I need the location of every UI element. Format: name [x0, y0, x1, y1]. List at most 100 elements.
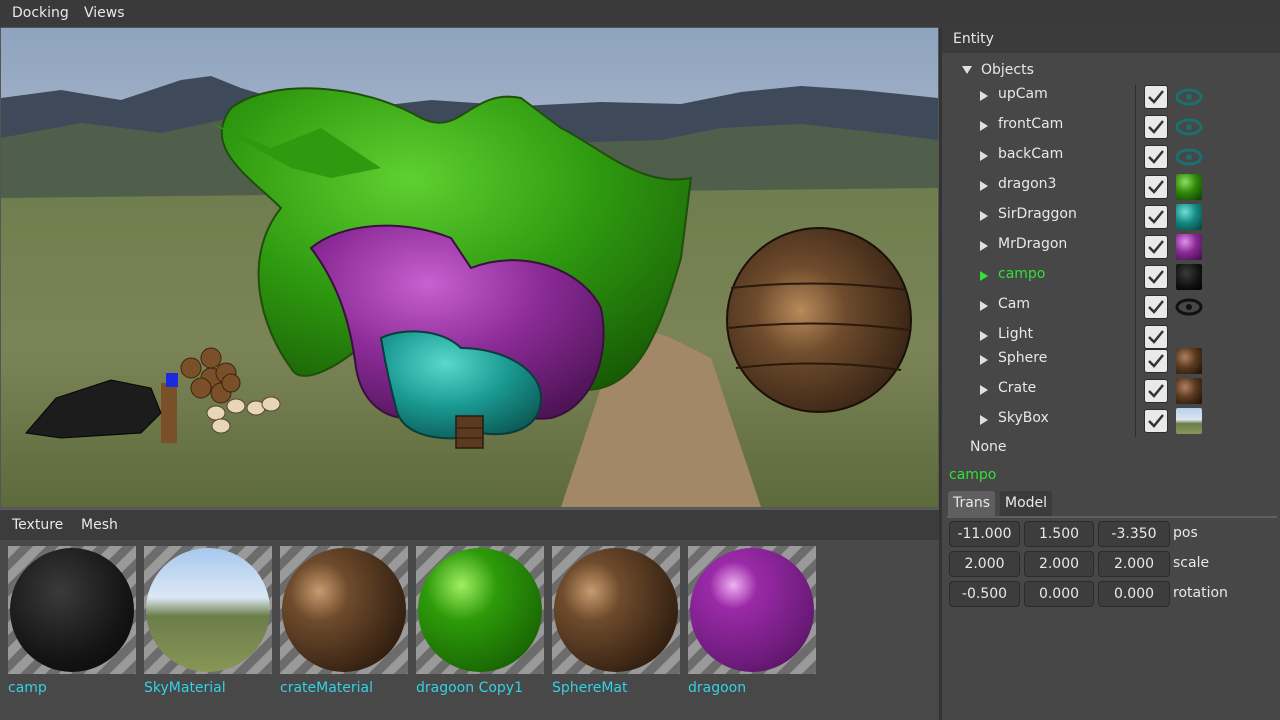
asset-panel: Texture Mesh camp SkyMaterial crateMater… [0, 508, 939, 720]
tree-item-campo[interactable]: campo [942, 263, 1280, 290]
collapsed-arrow-icon[interactable] [980, 355, 988, 365]
collapsed-arrow-icon[interactable] [980, 181, 988, 191]
tree-item-label[interactable]: Sphere [998, 350, 1047, 366]
tree-item-light[interactable]: Light [942, 323, 1280, 349]
material-thumb-camp[interactable] [8, 546, 136, 674]
material-thumb-dragoon-copy[interactable] [416, 546, 544, 674]
collapsed-arrow-icon[interactable] [980, 331, 988, 341]
tree-item-sirdraggon[interactable]: SirDraggon [942, 203, 1280, 230]
visibility-checkbox[interactable] [1144, 205, 1168, 229]
collapsed-arrow-icon[interactable] [980, 151, 988, 161]
tree-item-label[interactable]: Light [998, 326, 1033, 342]
rotation-x-field[interactable]: -0.500 [949, 581, 1020, 607]
tree-item-label[interactable]: SirDraggon [998, 206, 1077, 222]
tab-mesh[interactable]: Mesh [81, 517, 118, 533]
collapsed-arrow-icon[interactable] [980, 91, 988, 101]
visibility-checkbox[interactable] [1144, 145, 1168, 169]
tree-item-none[interactable]: None [970, 439, 1007, 455]
pos-y-field[interactable]: 1.500 [1024, 521, 1094, 547]
expand-arrow-icon[interactable] [962, 66, 972, 74]
material-label[interactable]: SphereMat [552, 680, 627, 696]
tree-item-skybox[interactable]: SkyBox [942, 407, 1280, 434]
tree-item-label[interactable]: dragon3 [998, 176, 1056, 192]
wood-sphere-icon [554, 548, 678, 672]
wood-material-swatch-icon[interactable] [1176, 378, 1202, 404]
tree-item-label[interactable]: backCam [998, 146, 1063, 162]
tree-root-objects[interactable]: Objects [962, 62, 1034, 78]
visibility-checkbox[interactable] [1144, 265, 1168, 289]
visibility-checkbox[interactable] [1144, 85, 1168, 109]
tree-item-label[interactable]: upCam [998, 86, 1048, 102]
black-stone-material-swatch-icon[interactable] [1176, 264, 1202, 290]
tree-root-label: Objects [981, 62, 1034, 78]
tree-item-label[interactable]: MrDragon [998, 236, 1067, 252]
rotation-z-field[interactable]: 0.000 [1098, 581, 1170, 607]
rotation-y-field[interactable]: 0.000 [1024, 581, 1094, 607]
material-label[interactable]: dragoon [688, 680, 746, 696]
scene-viewport[interactable] [0, 27, 939, 508]
eye-icon[interactable] [1175, 297, 1203, 317]
tree-item-label[interactable]: frontCam [998, 116, 1063, 132]
tree-item-mrdragon[interactable]: MrDragon [942, 233, 1280, 260]
visibility-checkbox[interactable] [1144, 295, 1168, 319]
tree-item-dragon3[interactable]: dragon3 [942, 173, 1280, 200]
scale-y-field[interactable]: 2.000 [1024, 551, 1094, 577]
menu-docking[interactable]: Docking [12, 5, 69, 21]
scene-render [1, 28, 938, 507]
scale-x-field[interactable]: 2.000 [949, 551, 1020, 577]
eye-icon[interactable] [1175, 87, 1203, 107]
collapsed-arrow-icon[interactable] [980, 415, 988, 425]
tree-item-label-selected[interactable]: campo [998, 266, 1045, 282]
tree-item-sphere[interactable]: Sphere [942, 347, 1280, 374]
material-label[interactable]: crateMaterial [280, 680, 373, 696]
tree-item-label[interactable]: SkyBox [998, 410, 1049, 426]
sky-material-swatch-icon[interactable] [1176, 408, 1202, 434]
visibility-checkbox[interactable] [1144, 379, 1168, 403]
collapsed-arrow-icon[interactable] [980, 271, 988, 281]
visibility-checkbox[interactable] [1144, 349, 1168, 373]
tree-item-upcam[interactable]: upCam [942, 83, 1280, 109]
visibility-checkbox[interactable] [1144, 325, 1168, 349]
collapsed-arrow-icon[interactable] [980, 385, 988, 395]
green-material-swatch-icon[interactable] [1176, 174, 1202, 200]
wood-material-swatch-icon[interactable] [1176, 348, 1202, 374]
material-thumb-crate[interactable] [280, 546, 408, 674]
tab-model[interactable]: Model [1000, 491, 1053, 517]
tree-item-backcam[interactable]: backCam [942, 143, 1280, 169]
visibility-checkbox[interactable] [1144, 115, 1168, 139]
tree-item-cam[interactable]: Cam [942, 293, 1280, 319]
material-thumb-dragoon[interactable] [688, 546, 816, 674]
collapsed-arrow-icon[interactable] [980, 241, 988, 251]
sky-sphere-icon [146, 548, 270, 672]
scale-z-field[interactable]: 2.000 [1098, 551, 1170, 577]
tree-item-label[interactable]: Cam [998, 296, 1030, 312]
tree-item-label[interactable]: Crate [998, 380, 1036, 396]
collapsed-arrow-icon[interactable] [980, 211, 988, 221]
visibility-checkbox[interactable] [1144, 235, 1168, 259]
pos-z-field[interactable]: -3.350 [1098, 521, 1170, 547]
menu-views[interactable]: Views [84, 5, 125, 21]
material-label[interactable]: dragoon Copy1 [416, 680, 523, 696]
material-thumb-spheremat[interactable] [552, 546, 680, 674]
selected-entity-name: campo [949, 467, 997, 483]
collapsed-arrow-icon[interactable] [980, 121, 988, 131]
asset-tabbar: Texture Mesh [0, 510, 939, 540]
tab-texture[interactable]: Texture [12, 517, 63, 533]
tab-underline [947, 516, 1277, 518]
tree-item-crate[interactable]: Crate [942, 377, 1280, 404]
teal-material-swatch-icon[interactable] [1176, 204, 1202, 230]
purple-material-swatch-icon[interactable] [1176, 234, 1202, 260]
pos-x-field[interactable]: -11.000 [949, 521, 1020, 547]
visibility-checkbox[interactable] [1144, 409, 1168, 433]
panel-title: Entity [953, 31, 994, 47]
material-thumb-sky[interactable] [144, 546, 272, 674]
tab-trans[interactable]: Trans [948, 491, 995, 517]
tree-item-frontcam[interactable]: frontCam [942, 113, 1280, 139]
visibility-checkbox[interactable] [1144, 175, 1168, 199]
scale-label: scale [1173, 555, 1210, 571]
eye-icon[interactable] [1175, 147, 1203, 167]
material-label[interactable]: camp [8, 680, 47, 696]
eye-icon[interactable] [1175, 117, 1203, 137]
collapsed-arrow-icon[interactable] [980, 301, 988, 311]
material-label[interactable]: SkyMaterial [144, 680, 226, 696]
